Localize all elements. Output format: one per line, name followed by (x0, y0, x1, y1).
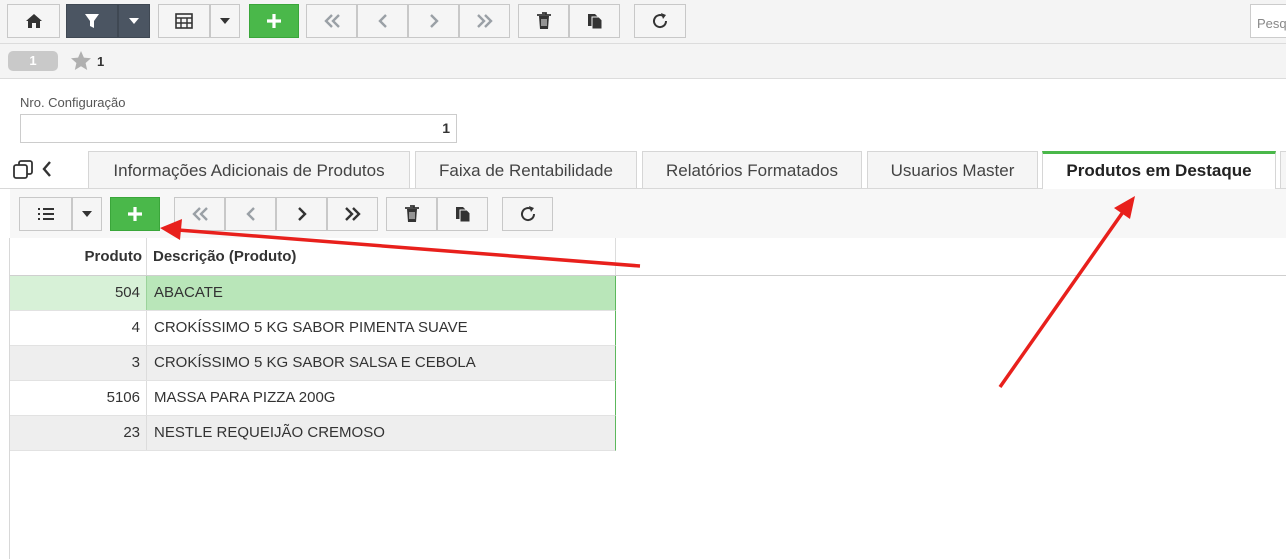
grid-refresh-button[interactable] (502, 197, 553, 231)
cell-descricao: MASSA PARA PIZZA 200G (154, 389, 336, 406)
double-chevron-left-icon (191, 207, 208, 221)
double-chevron-left-icon (323, 14, 340, 28)
tab-faixa-rentabilidade[interactable]: Faixa de Rentabilidade (415, 151, 637, 188)
cell-produto: 3 (10, 346, 147, 380)
next-record-button[interactable] (408, 4, 459, 38)
tab-informacoes-adicionais[interactable]: Informações Adicionais de Produtos (88, 151, 410, 188)
first-record-button[interactable] (306, 4, 357, 38)
previous-record-button[interactable] (357, 4, 408, 38)
cell-descricao: CROKÍSSIMO 5 KG SABOR SALSA E CEBOLA (154, 354, 476, 371)
grid-previous-button[interactable] (225, 197, 276, 231)
star-icon[interactable] (70, 51, 92, 71)
trash-icon (404, 205, 419, 222)
refresh-icon (520, 206, 535, 222)
tab-produtos-destaque[interactable]: Produtos em Destaque (1042, 151, 1276, 189)
grid-view-button[interactable] (158, 4, 210, 38)
filter-icon (85, 14, 99, 28)
nro-config-input[interactable]: 1 (20, 114, 457, 143)
copy-icon (455, 207, 470, 223)
nro-config-label: Nro. Configuração (20, 95, 126, 110)
caret-down-icon (82, 211, 92, 217)
cell-produto: 5106 (10, 381, 147, 415)
grid-next-button[interactable] (276, 197, 327, 231)
chevron-left-icon[interactable] (41, 161, 53, 177)
copy-button[interactable] (569, 4, 620, 38)
home-icon (25, 14, 42, 28)
caret-down-icon (220, 18, 230, 24)
list-view-dropdown-button[interactable] (72, 197, 102, 231)
cell-descricao: ABACATE (154, 284, 223, 301)
cell-descricao: NESTLE REQUEIJÃO CREMOSO (154, 424, 385, 441)
cell-produto: 4 (10, 311, 147, 345)
table-row[interactable]: 23 NESTLE REQUEIJÃO CREMOSO (10, 416, 616, 451)
plus-icon (128, 207, 142, 221)
tab-overflow[interactable] (1280, 151, 1286, 188)
filter-dropdown-button[interactable] (118, 4, 150, 38)
add-button[interactable] (249, 4, 299, 38)
chevron-right-icon (429, 14, 439, 28)
record-bar: 1 1 (0, 44, 1286, 79)
tab-usuarios-master[interactable]: Usuarios Master (867, 151, 1038, 188)
grid-delete-button[interactable] (386, 197, 437, 231)
cell-descricao: CROKÍSSIMO 5 KG SABOR PIMENTA SUAVE (154, 319, 468, 336)
last-record-button[interactable] (459, 4, 510, 38)
chevron-right-icon (297, 207, 307, 221)
table-row[interactable]: 504 ABACATE (10, 276, 616, 311)
caret-down-icon (129, 18, 139, 24)
grid-copy-button[interactable] (437, 197, 488, 231)
column-header-descricao[interactable]: Descrição (Produto) (148, 238, 616, 275)
cell-produto: 23 (10, 416, 147, 450)
list-view-button[interactable] (19, 197, 72, 231)
trash-icon (536, 12, 551, 29)
grid-view-dropdown-button[interactable] (210, 4, 240, 38)
refresh-button[interactable] (634, 4, 686, 38)
record-badge[interactable]: 1 (8, 51, 58, 71)
search-input[interactable]: Pesq (1250, 4, 1286, 38)
copy-icon (587, 14, 602, 30)
refresh-icon (653, 13, 668, 29)
grid-toolbar (10, 189, 1286, 238)
chevron-left-icon (245, 207, 255, 221)
add-row-button[interactable] (110, 197, 160, 231)
table-row[interactable]: 3 CROKÍSSIMO 5 KG SABOR SALSA E CEBOLA (10, 346, 616, 381)
delete-button[interactable] (518, 4, 569, 38)
list-icon (37, 208, 54, 220)
chevron-left-icon (377, 14, 387, 28)
grid-first-button[interactable] (174, 197, 225, 231)
cell-produto: 504 (10, 276, 147, 310)
table-row[interactable]: 4 CROKÍSSIMO 5 KG SABOR PIMENTA SUAVE (10, 311, 616, 346)
grid-last-button[interactable] (327, 197, 378, 231)
table-icon (175, 13, 193, 29)
plus-icon (267, 14, 281, 28)
tab-list-icon[interactable] (13, 160, 35, 180)
favorite-label: 1 (97, 54, 105, 69)
main-toolbar: Pesq (0, 0, 1286, 44)
column-header-produto[interactable]: Produto (10, 238, 147, 275)
home-button[interactable] (7, 4, 60, 38)
tab-relatorios-formatados[interactable]: Relatórios Formatados (642, 151, 862, 188)
table-row[interactable]: 5106 MASSA PARA PIZZA 200G (10, 381, 616, 416)
double-chevron-right-icon (476, 14, 493, 28)
double-chevron-right-icon (344, 207, 361, 221)
filter-button[interactable] (66, 4, 118, 38)
